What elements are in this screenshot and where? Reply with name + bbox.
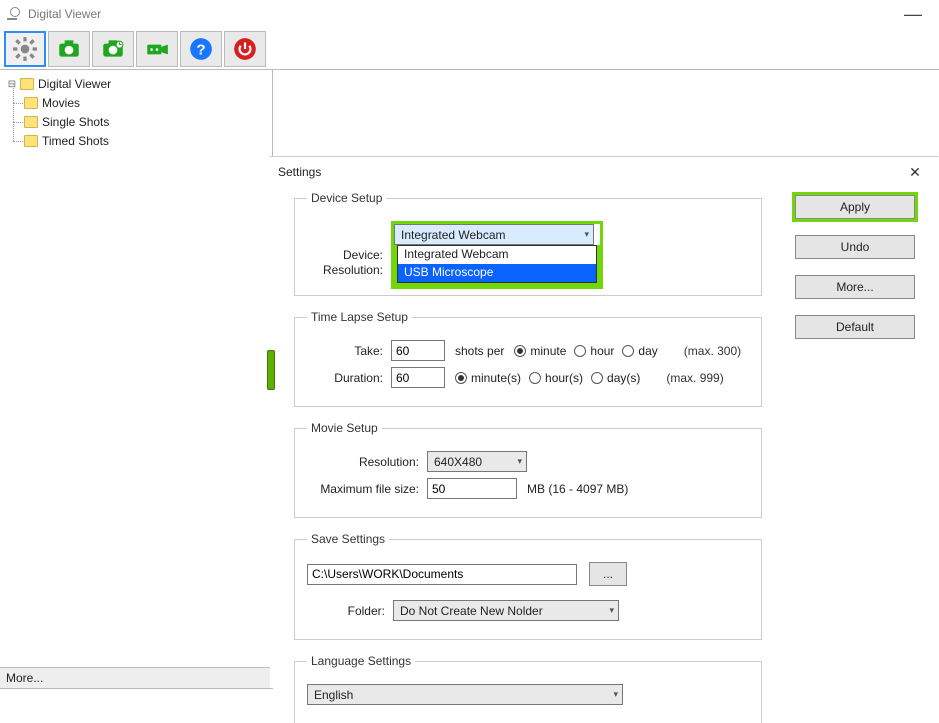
unit-hour-radio[interactable]: hour [574,344,614,358]
settings-panel: Settings ✕ Device Setup Device: Integrat… [270,156,938,688]
save-legend: Save Settings [307,532,389,546]
tree-item-label: Single Shots [42,115,109,129]
camera-icon [56,36,82,62]
device-setup-legend: Device Setup [307,191,386,205]
shots-per-label: shots per [455,344,504,358]
folder-icon [24,135,38,147]
chevron-down-icon: ▾ [517,456,522,467]
folder-combo[interactable]: Do Not Create New Nolder ▾ [393,600,619,621]
video-record-button[interactable] [136,31,178,67]
apply-button[interactable]: Apply [795,195,915,219]
take-max-hint: (max. 300) [684,344,741,358]
tree-root[interactable]: ⊟ Digital Viewer [6,75,266,93]
window-titlebar: Digital Viewer — [0,0,939,28]
folder-icon [24,116,38,128]
dur-hours-radio[interactable]: hour(s) [529,371,583,385]
main-toolbar: ? [0,28,939,70]
splitter-handle[interactable] [267,350,275,390]
more-bar[interactable]: More... [0,667,272,689]
filesize-hint: MB (16 - 4097 MB) [527,482,628,496]
settings-title: Settings [278,165,321,179]
device-option[interactable]: Integrated Webcam [398,246,596,264]
language-combo[interactable]: English ▾ [307,684,623,705]
window-title: Digital Viewer [28,7,101,21]
camera-timer-icon [100,36,126,62]
tree-item-label: Timed Shots [42,134,109,148]
default-button[interactable]: Default [795,315,915,339]
more-button[interactable]: More... [795,275,915,299]
close-icon: ✕ [909,164,921,180]
device-label: Device: [307,248,391,262]
language-legend: Language Settings [307,654,415,668]
tree-item-single-shots[interactable]: Single Shots [24,113,266,131]
folder-tree[interactable]: ⊟ Digital Viewer Movies Single Shots Tim… [0,70,272,447]
minimize-button[interactable]: — [893,4,933,25]
chevron-down-icon: ▾ [609,605,614,616]
close-button[interactable]: ✕ [900,164,930,181]
save-path-input[interactable] [307,564,577,585]
resolution-label: Resolution: [307,263,391,277]
microscope-icon [6,6,22,22]
unit-day-radio[interactable]: day [622,344,657,358]
timed-capture-button[interactable] [92,31,134,67]
duration-max-hint: (max. 999) [666,371,723,385]
folder-combo-value: Do Not Create New Nolder [400,604,543,618]
device-combo[interactable]: Integrated Webcam ▾ [394,224,594,245]
power-icon [232,36,258,62]
browse-button[interactable]: ... [589,562,627,586]
device-option-selected[interactable]: USB Microscope [398,264,596,282]
device-highlight: Integrated Webcam ▾ Integrated Webcam US… [391,221,603,289]
more-bar-label: More... [6,671,43,685]
movie-resolution-combo[interactable]: 640X480 ▾ [427,451,527,472]
take-input[interactable] [391,340,445,361]
device-dropdown-list[interactable]: Integrated Webcam USB Microscope [397,245,597,283]
power-button[interactable] [224,31,266,67]
chevron-down-icon: ▾ [613,689,618,700]
device-setup-group: Device Setup Device: Integrated Webcam ▾… [294,191,762,296]
folder-label: Folder: [307,604,393,618]
settings-button[interactable] [4,31,46,67]
folder-icon [24,97,38,109]
help-button[interactable]: ? [180,31,222,67]
tree-root-label: Digital Viewer [38,77,111,91]
device-combo-value: Integrated Webcam [401,228,506,242]
duration-input[interactable] [391,367,445,388]
tree-item-label: Movies [42,96,80,110]
language-value: English [314,688,353,702]
help-icon: ? [188,36,214,62]
svg-text:?: ? [196,41,205,58]
take-label: Take: [307,344,391,358]
folder-icon [20,78,34,90]
duration-label: Duration: [307,371,391,385]
tree-item-timed-shots[interactable]: Timed Shots [24,132,266,150]
video-icon [144,36,170,62]
gear-icon [12,36,38,62]
undo-button[interactable]: Undo [795,235,915,259]
movie-legend: Movie Setup [307,421,382,435]
timelapse-legend: Time Lapse Setup [307,310,412,324]
filesize-input[interactable] [427,478,517,499]
timelapse-setup-group: Time Lapse Setup Take: shots per minute … [294,310,762,407]
movie-resolution-value: 640X480 [434,455,482,469]
dur-minutes-radio[interactable]: minute(s) [455,371,521,385]
collapse-icon[interactable]: ⊟ [6,79,18,90]
movie-setup-group: Movie Setup Resolution: 640X480 ▾ Maximu… [294,421,762,518]
save-settings-group: Save Settings ... Folder: Do Not Create … [294,532,762,640]
capture-button[interactable] [48,31,90,67]
unit-minute-radio[interactable]: minute [514,344,566,358]
filesize-label: Maximum file size: [307,482,427,496]
movie-resolution-label: Resolution: [307,455,427,469]
left-panel: ⊟ Digital Viewer Movies Single Shots Tim… [0,70,273,689]
dur-days-radio[interactable]: day(s) [591,371,640,385]
chevron-down-icon: ▾ [584,229,589,240]
tree-item-movies[interactable]: Movies [24,94,266,112]
